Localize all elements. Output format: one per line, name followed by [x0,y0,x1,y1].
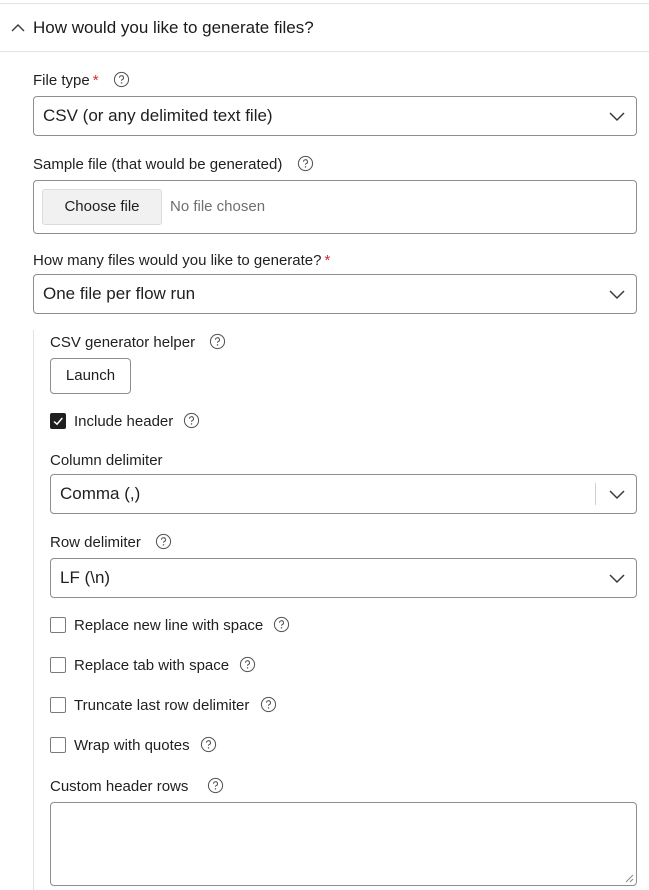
sample-file-label-text: Sample file (that would be generated) [33,156,283,173]
chevron-down-icon [609,490,625,500]
column-delimiter-label: Column delimiter [50,452,163,469]
custom-header-rows-label: Custom header rows [50,777,224,796]
truncate-delimiter-checkbox[interactable] [50,697,66,713]
row-delimiter-label: Row delimiter [50,533,172,552]
chevron-down-icon [609,112,625,122]
truncate-delimiter-text: Truncate last row delimiter [74,697,250,714]
replace-tab-text: Replace tab with space [74,657,230,674]
choose-file-button[interactable]: Choose file [42,189,162,225]
replace-newline-label: Replace new line with space [74,616,290,635]
wrap-quotes-checkbox[interactable] [50,737,66,753]
files-count-label-text: How many files would you like to generat… [33,252,322,269]
chevron-down-icon [609,574,625,584]
file-type-select[interactable]: CSV (or any delimited text file) [33,96,637,136]
sample-file-label: Sample file (that would be generated) [33,155,314,174]
checkmark-icon [53,417,63,426]
help-circle-icon[interactable] [239,656,256,673]
file-type-label: File type * [33,71,130,90]
replace-newline-text: Replace new line with space [74,617,264,634]
sample-file-input[interactable]: Choose file No file chosen [33,180,637,234]
help-circle-icon[interactable] [155,533,172,550]
help-circle-icon[interactable] [297,155,314,172]
chevron-down-icon [609,290,625,300]
launch-button[interactable]: Launch [50,358,131,394]
row-delimiter-label-text: Row delimiter [50,534,141,551]
help-circle-icon[interactable] [183,412,200,429]
section-header[interactable]: How would you like to generate files? [0,4,649,52]
files-count-select[interactable]: One file per flow run [33,274,637,314]
required-mark: * [92,72,99,89]
custom-header-rows-textarea[interactable] [50,802,637,886]
row-delimiter-value: LF (\n) [60,568,111,587]
include-header-label: Include header [74,412,200,431]
required-mark: * [324,252,331,269]
replace-newline-checkbox[interactable] [50,617,66,633]
chevron-up-icon [11,24,25,32]
help-circle-icon[interactable] [113,71,130,88]
custom-header-rows-text: Custom header rows [50,778,189,795]
file-status: No file chosen [170,198,266,215]
help-circle-icon[interactable] [273,616,290,633]
file-type-label-text: File type [33,72,90,89]
replace-tab-label: Replace tab with space [74,656,256,675]
include-header-text: Include header [74,413,174,430]
replace-tab-checkbox[interactable] [50,657,66,673]
wrap-quotes-text: Wrap with quotes [74,737,190,754]
include-header-checkbox[interactable] [50,413,66,429]
column-delimiter-select[interactable]: Comma (,) [50,474,637,514]
help-circle-icon[interactable] [207,777,224,794]
select-separator [595,483,596,505]
csv-helper-label-text: CSV generator helper [50,334,196,351]
csv-helper-label: CSV generator helper [50,333,226,352]
truncate-delimiter-label: Truncate last row delimiter [74,696,277,715]
resize-grip-icon[interactable] [625,874,634,883]
row-delimiter-select[interactable]: LF (\n) [50,558,637,598]
help-circle-icon[interactable] [209,333,226,350]
files-count-value: One file per flow run [43,284,196,303]
help-circle-icon[interactable] [200,736,217,753]
help-circle-icon[interactable] [260,696,277,713]
column-delimiter-value: Comma (,) [60,484,141,503]
section-title: How would you like to generate files? [33,18,314,37]
files-count-label: How many files would you like to generat… [33,252,330,269]
wrap-quotes-label: Wrap with quotes [74,736,217,755]
file-type-value: CSV (or any delimited text file) [43,106,273,125]
nested-group-rail [33,330,34,890]
